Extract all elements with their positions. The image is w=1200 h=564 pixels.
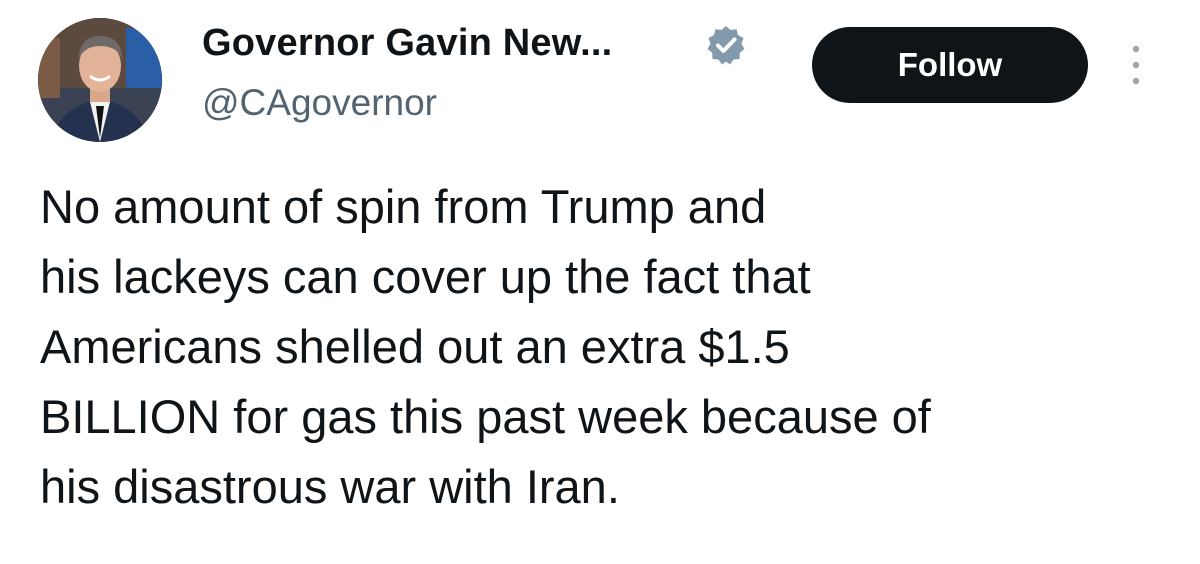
tweet-text-line: Americans shelled out an extra $1.5 — [40, 320, 790, 373]
avatar[interactable] — [38, 18, 162, 142]
author-handle[interactable]: @CAgovernor — [202, 82, 437, 124]
tweet-text-line: his disastrous war with Iran. — [40, 460, 620, 513]
tweet-text-line: No amount of spin from Trump and — [40, 180, 767, 233]
avatar-image — [38, 18, 162, 142]
follow-button[interactable]: Follow — [812, 27, 1088, 103]
verified-badge-icon — [707, 26, 745, 65]
tweet-text: No amount of spin from Trump and his lac… — [40, 172, 1180, 522]
tweet-text-line: BILLION for gas this past week because o… — [40, 390, 931, 443]
tweet-card: Governor Gavin New... @CAgovernor Follow… — [0, 0, 1200, 564]
tweet-text-line: his lackeys can cover up the fact that — [40, 250, 811, 303]
author-display-name[interactable]: Governor Gavin New... — [202, 22, 612, 65]
more-vertical-icon[interactable] — [1124, 43, 1148, 87]
